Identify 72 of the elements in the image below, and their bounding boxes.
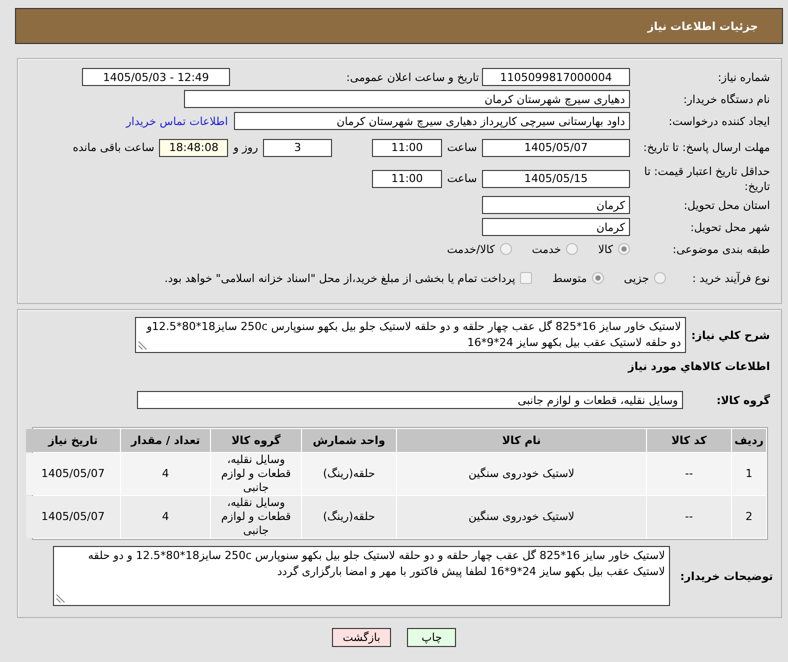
option-label: متوسط xyxy=(552,272,587,284)
checkbox[interactable] xyxy=(520,272,532,284)
time-label: ساعت xyxy=(447,172,477,185)
field-label: تاریخ و ساعت اعلان عمومی: xyxy=(346,70,479,84)
table-cell: 4 xyxy=(121,496,210,538)
column-header: تاریخ نیاز xyxy=(26,429,120,452)
column-header: نام کالا xyxy=(397,429,646,452)
radio-button[interactable] xyxy=(592,272,604,284)
goods-group-field[interactable]: وسایل نقلیه، قطعات و لوازم جانبی xyxy=(137,391,683,409)
days-left-field[interactable]: 3 xyxy=(263,138,332,156)
table-cell: 4 xyxy=(121,453,210,495)
section-heading: اطلاعات کالاهاي مورد نیاز xyxy=(628,360,770,373)
field-label: استان محل تحویل: xyxy=(684,198,770,212)
delivery-province-field[interactable]: کرمان xyxy=(482,196,630,214)
time-label: ساعت xyxy=(447,141,477,154)
days-label: روز و xyxy=(233,141,258,154)
page-title: جزئیات اطلاعات نیاز xyxy=(648,20,758,32)
field-label: گروه کالا: xyxy=(716,394,770,406)
buyer-notes-field[interactable]: لاستیک خاور سایز 16*825 گل عقب چهار حلقه و دو حلقه لاستیک جلو بیل بکهو سنوپارس 250c سایز18*80*12.5 و دو حلقه لاستیک عقب بیل بکهو سایز 24*9*16 لطفا پیش فاکتور با مهر و امضا بارگزاری گردد xyxy=(53,546,670,606)
table-cell: -- xyxy=(647,496,731,538)
deadline-date-field[interactable]: 1405/05/07 xyxy=(482,138,630,156)
need-number-field[interactable]: 1105099817000004 xyxy=(482,68,630,86)
field-label: حداقل تاریخ اعتبار قیمت: تا تاریخ: xyxy=(644,164,770,192)
table-cell: -- xyxy=(647,453,731,495)
buyer-organization-field[interactable]: دهیاری سیرچ شهرستان کرمان xyxy=(184,90,630,108)
radio-button[interactable] xyxy=(566,243,578,255)
field-label: توضیحات خریدار: xyxy=(680,570,773,582)
radio-button[interactable] xyxy=(618,243,630,255)
field-label: نام دستگاه خریدار: xyxy=(683,92,770,106)
column-header: واحد شمارش xyxy=(302,429,396,452)
table-cell: 2 xyxy=(732,496,766,538)
table-cell: 1 xyxy=(732,453,766,495)
announcement-date-field[interactable]: 1405/05/03 - 12:49 xyxy=(82,68,230,86)
requester-field[interactable]: داود بهارستانی سیرچی کارپرداز دهیاری سیرچ شهرستان کرمان xyxy=(234,112,630,130)
remaining-label: ساعت باقی مانده xyxy=(72,141,154,154)
option-label: جزیی xyxy=(624,272,649,284)
column-header: ردیف xyxy=(732,429,766,452)
column-header: تعداد / مقدار xyxy=(121,429,210,452)
remaining-time-field[interactable]: 18:48:08 xyxy=(159,138,228,156)
field-label: شماره نیاز: xyxy=(718,70,770,84)
table-cell: 1405/05/07 xyxy=(26,496,120,538)
table-cell: حلقه(رینگ) xyxy=(302,496,396,538)
table-cell: لاستیک خودروی سنگین xyxy=(397,496,646,538)
radio-button[interactable] xyxy=(654,272,666,284)
option-label: خدمت xyxy=(532,242,562,256)
field-label: شرح کلي نیاز: xyxy=(691,328,770,342)
buyer-contact-link[interactable]: اطلاعات تماس خریدار xyxy=(126,114,228,128)
resize-handle-icon xyxy=(138,341,147,350)
field-label: نوع فرآیند خرید : xyxy=(692,272,770,284)
field-label: مهلت ارسال پاسخ: تا تاریخ: xyxy=(643,141,770,154)
field-label: ایجاد کننده درخواست: xyxy=(668,114,770,128)
table-cell: وسایل نقلیه، قطعات و لوازم جانبی xyxy=(211,496,301,538)
resize-handle-icon xyxy=(56,594,65,603)
validity-time-field[interactable]: 11:00 xyxy=(372,170,442,188)
back-button[interactable]: بازگشت xyxy=(332,628,392,647)
table-cell: لاستیک خودروی سنگین xyxy=(397,453,646,495)
checkbox-label: پرداخت تمام یا بخشی از مبلغ خرید،از محل "اسناد خزانه اسلامی" خواهد بود. xyxy=(164,272,516,284)
print-button[interactable]: چاپ xyxy=(407,628,456,647)
option-label: کالا xyxy=(598,242,613,256)
field-label: شهر محل تحویل: xyxy=(690,220,770,234)
description-field[interactable]: لاستیک خاور سایز 16*825 گل عقب چهار حلقه و دو حلقه لاستیک جلو بیل بکهو سنوپارس 250c سایز18*80*12.5و دو حلقه لاستیک عقب بیل بکهو سایز 24*9*16 xyxy=(135,317,686,353)
table-cell: 1405/05/07 xyxy=(26,453,120,495)
deadline-time-field[interactable]: 11:00 xyxy=(372,138,442,156)
table-cell: وسایل نقلیه، قطعات و لوازم جانبی xyxy=(211,453,301,495)
validity-date-field[interactable]: 1405/05/15 xyxy=(482,170,630,188)
delivery-city-field[interactable]: کرمان xyxy=(482,218,630,236)
radio-button[interactable] xyxy=(500,243,512,255)
column-header: گروه کالا xyxy=(211,429,301,452)
table-cell: حلقه(رینگ) xyxy=(302,453,396,495)
column-header: کد کالا xyxy=(647,429,731,452)
option-label: کالا/خدمت xyxy=(447,242,495,256)
field-label: طبقه بندی موضوعی: xyxy=(672,242,770,256)
